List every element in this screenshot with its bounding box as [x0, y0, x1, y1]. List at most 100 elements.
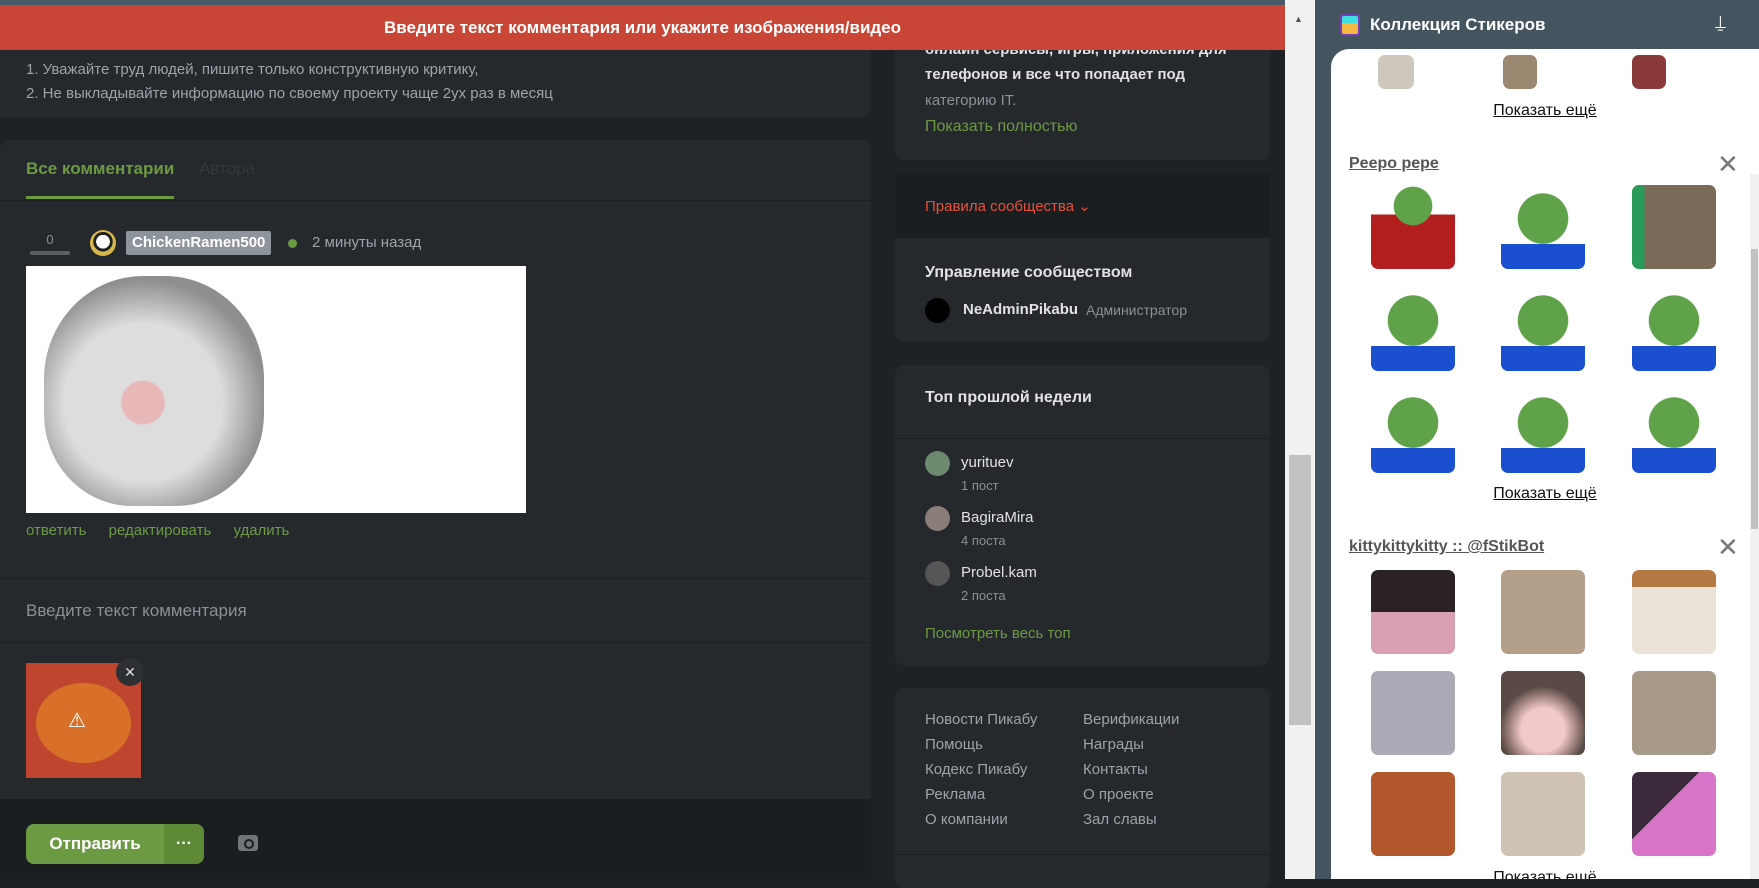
- top-user-name[interactable]: yurituev: [961, 454, 1014, 471]
- sticker[interactable]: [1501, 389, 1585, 473]
- footer-link[interactable]: Помощь: [925, 736, 983, 753]
- online-indicator: [288, 239, 297, 248]
- sticker[interactable]: [1632, 570, 1716, 654]
- sticker[interactable]: [1632, 185, 1716, 269]
- camera-icon[interactable]: [238, 835, 258, 851]
- divider: [0, 642, 871, 643]
- sticker[interactable]: [1632, 389, 1716, 473]
- close-section-icon[interactable]: ✕: [1717, 534, 1739, 560]
- comment-username[interactable]: ChickenRamen500: [126, 231, 272, 255]
- sticker[interactable]: [1371, 287, 1455, 371]
- send-button-group: Отправить ···: [26, 824, 204, 864]
- rule-1: 1. Уважайте труд людей, пишите только ко…: [26, 61, 479, 78]
- comment-time: 2 минуты назад: [312, 234, 422, 251]
- error-banner: Введите текст комментария или укажите из…: [0, 5, 1285, 50]
- more-options-button[interactable]: ···: [164, 824, 204, 864]
- sticker[interactable]: [1371, 185, 1455, 269]
- section-title[interactable]: Peepo pepe: [1349, 155, 1439, 173]
- sticker[interactable]: [1632, 671, 1716, 755]
- footer-link[interactable]: Кодекс Пикабу: [925, 761, 1027, 778]
- footer-link[interactable]: Новости Пикабу: [925, 711, 1037, 728]
- edit-link[interactable]: редактировать: [109, 522, 212, 539]
- footer-links-card: Новости Пикабу Помощь Кодекс Пикабу Рекл…: [895, 688, 1270, 888]
- reply-link[interactable]: ответить: [26, 522, 86, 539]
- view-full-top-link[interactable]: Посмотреть весь топ: [925, 625, 1071, 642]
- user-avatar[interactable]: [925, 506, 950, 531]
- comment-toolbar: Отправить ···: [0, 799, 871, 879]
- vote-count[interactable]: 0: [30, 232, 70, 255]
- sticker[interactable]: [1501, 287, 1585, 371]
- admin-avatar[interactable]: [925, 298, 950, 323]
- sticker[interactable]: [1503, 55, 1537, 89]
- rule-2: 2. Не выкладывайте информацию по своему …: [26, 85, 553, 102]
- user-avatar[interactable]: [925, 561, 950, 586]
- management-title: Управление сообществом: [925, 264, 1133, 281]
- sticker[interactable]: [1632, 55, 1666, 89]
- top-week-card: Топ прошлой недели yurituev 1 пост Bagir…: [895, 365, 1270, 666]
- scrollbar-thumb[interactable]: [1289, 455, 1311, 725]
- tab-all-comments[interactable]: Все комментарии: [26, 159, 175, 199]
- admin-role: Администратор: [1086, 302, 1188, 318]
- comment-image[interactable]: [26, 266, 526, 513]
- footer-link[interactable]: Контакты: [1083, 761, 1148, 778]
- user-avatar[interactable]: [90, 230, 116, 256]
- description-line: телефонов и все что попадает под: [925, 66, 1186, 83]
- sticker[interactable]: [1371, 389, 1455, 473]
- show-full-link[interactable]: Показать полностью: [925, 118, 1077, 136]
- section-title[interactable]: kittykittykitty :: @fStikBot: [1349, 538, 1544, 556]
- user-avatar[interactable]: [925, 451, 950, 476]
- top-user-name[interactable]: BagiraMira: [961, 509, 1034, 526]
- description-line: категорию IT.: [925, 92, 1017, 109]
- page-scrollbar[interactable]: ▲: [1285, 0, 1315, 879]
- show-more-link[interactable]: Показать ещё: [1331, 485, 1759, 503]
- sticker[interactable]: [1378, 55, 1414, 89]
- sticker-collection-panel: Коллекция Стикеров ⍊ Показать ещё Peepo …: [1315, 0, 1759, 879]
- top-week-title: Топ прошлой недели: [925, 389, 1092, 406]
- top-user-posts: 4 поста: [961, 533, 1006, 548]
- footer-link[interactable]: О компании: [925, 811, 1008, 828]
- sticker-list: Показать ещё Peepo pepe ✕ Показать ещё k…: [1331, 49, 1759, 879]
- community-rules-band: Правила сообщества ⌄: [895, 175, 1270, 238]
- top-user-posts: 2 поста: [961, 588, 1006, 603]
- footer-link[interactable]: О проекте: [1083, 786, 1154, 803]
- warning-icon: ⚠: [68, 710, 86, 732]
- pin-icon[interactable]: ⍊: [1715, 12, 1726, 33]
- show-more-link[interactable]: Показать ещё: [1331, 869, 1759, 879]
- delete-link[interactable]: удалить: [233, 522, 289, 539]
- top-user-posts: 1 пост: [961, 478, 999, 493]
- comments-card: Все комментарии Автора 0 ChickenRamen500…: [0, 140, 871, 800]
- community-management-card: Управление сообществом NeAdminPikabu Адм…: [895, 238, 1270, 342]
- sticker[interactable]: [1371, 772, 1455, 856]
- sticker[interactable]: [1632, 287, 1716, 371]
- sticker[interactable]: [1632, 772, 1716, 856]
- footer-link[interactable]: Верификации: [1083, 711, 1179, 728]
- divider: [895, 438, 1270, 439]
- send-button[interactable]: Отправить: [26, 824, 164, 864]
- admin-name[interactable]: NeAdminPikabu: [963, 301, 1078, 318]
- footer-link[interactable]: Награды: [1083, 736, 1144, 753]
- scroll-up-arrow-icon[interactable]: ▲: [1294, 14, 1303, 24]
- divider: [895, 854, 1270, 855]
- top-user-name[interactable]: Probel.kam: [961, 564, 1037, 581]
- divider: [0, 200, 871, 201]
- sticker-scrollbar-thumb[interactable]: [1751, 249, 1758, 529]
- sticker[interactable]: [1501, 570, 1585, 654]
- sticker[interactable]: [1501, 671, 1585, 755]
- sticker[interactable]: [1371, 671, 1455, 755]
- footer-link[interactable]: Реклама: [925, 786, 985, 803]
- show-more-link[interactable]: Показать ещё: [1331, 102, 1759, 120]
- sticker[interactable]: [1501, 772, 1585, 856]
- footer-link[interactable]: Зал славы: [1083, 811, 1157, 828]
- comment-input[interactable]: Введите текст комментария: [26, 601, 247, 621]
- remove-attachment-button[interactable]: ✕: [116, 658, 144, 686]
- sticker[interactable]: [1371, 570, 1455, 654]
- sticker[interactable]: [1501, 185, 1585, 269]
- tab-author[interactable]: Автора: [199, 159, 255, 179]
- divider: [0, 578, 871, 579]
- comment-actions: ответить редактировать удалить: [26, 522, 307, 539]
- community-rules-link[interactable]: Правила сообщества ⌄: [925, 197, 1091, 215]
- close-section-icon[interactable]: ✕: [1717, 151, 1739, 177]
- app-logo-icon: [1340, 14, 1360, 36]
- panel-title: Коллекция Стикеров: [1370, 15, 1546, 34]
- sticker-scrollbar[interactable]: [1750, 174, 1759, 879]
